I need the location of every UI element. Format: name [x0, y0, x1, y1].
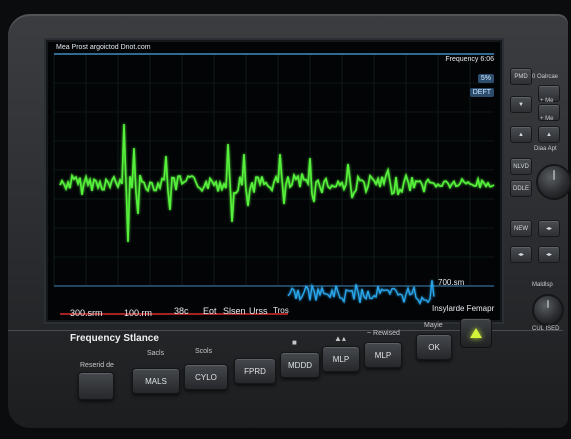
- bottom-top-label-2: Scols: [195, 348, 213, 355]
- fprd-button[interactable]: FPRD: [234, 358, 276, 384]
- left-right-arrow-icon: ◂▸: [545, 252, 553, 258]
- mddd-button[interactable]: MDDD: [280, 352, 320, 378]
- bottom-top-label-6: ~ Rewised: [367, 330, 400, 337]
- knob-bottom-label: CUL ISED: [532, 326, 560, 332]
- main-knob[interactable]: [536, 164, 571, 200]
- play-button[interactable]: [460, 318, 492, 348]
- square-icon: ■: [292, 338, 297, 347]
- screen-badge-top[interactable]: 5%: [477, 74, 494, 83]
- side-button-5[interactable]: ▲: [510, 126, 532, 143]
- side-button-12[interactable]: ◂▸: [538, 246, 560, 263]
- footer-title: Frequency Stlance: [70, 333, 159, 344]
- bottom-top-label-1: Sacls: [147, 350, 165, 357]
- cylo-button[interactable]: CYLO: [184, 364, 228, 390]
- secondary-knob[interactable]: [532, 294, 564, 326]
- mlp-button-2[interactable]: MLP: [364, 342, 402, 368]
- knob-label: Maldlsp: [532, 282, 553, 288]
- readout-right-top: 700.sm: [438, 278, 465, 287]
- screen-title: Mea Prost argoictod Dnot.com: [56, 44, 151, 51]
- frequency-label: Frequency 6:06: [445, 56, 494, 63]
- readout-left-1: 300.srm: [70, 308, 103, 318]
- side-label-1: 0 Oalrcae: [532, 74, 559, 80]
- readout-mid-1: 38c: [174, 306, 189, 316]
- screen-badge-bottom[interactable]: DEFT: [469, 88, 494, 97]
- bottom-left-label: Reserid de: [80, 362, 114, 369]
- side-button-7[interactable]: NLVD: [510, 158, 532, 175]
- side-button-1[interactable]: PMD: [510, 68, 532, 85]
- side-button-3[interactable]: ▼: [510, 96, 532, 113]
- side-button-9[interactable]: NEW: [510, 220, 532, 237]
- bottom-top-label-7: Mayie: [424, 322, 443, 329]
- readout-left-2: 100.rm: [124, 308, 153, 318]
- side-button-6[interactable]: ▲: [538, 126, 560, 143]
- side-label-2: + Me: [540, 98, 554, 104]
- mountain-icon: ▲▴: [334, 334, 346, 343]
- side-button-8[interactable]: DDLE: [510, 180, 532, 197]
- left-right-arrow-icon: ◂▸: [517, 252, 525, 258]
- mlp-button[interactable]: MLP: [322, 346, 360, 372]
- left-right-arrow-icon: ◂▸: [545, 226, 553, 232]
- side-label-3: + Me: [540, 116, 554, 122]
- readout-mid-3: Slsen: [223, 306, 246, 316]
- play-icon: [470, 328, 482, 338]
- side-button-11[interactable]: ◂▸: [510, 246, 532, 263]
- side-label-4: Diaa Apt: [534, 146, 557, 152]
- up-arrow-icon: ▲: [546, 131, 552, 138]
- ok-button[interactable]: OK: [416, 334, 452, 360]
- side-button-10[interactable]: ◂▸: [538, 220, 560, 237]
- down-arrow-icon: ▼: [518, 101, 524, 108]
- green-waveform: [59, 123, 495, 243]
- screen-grid: [53, 53, 494, 287]
- scope-screen: Mea Prost argoictod Dnot.com Frequency 6…: [46, 40, 502, 322]
- bottom-left-button[interactable]: [78, 372, 114, 400]
- readout-mid-2: Eot: [203, 306, 217, 316]
- readout-right: Insylarde Femapr: [432, 304, 495, 313]
- mals-button[interactable]: MALS: [132, 368, 180, 394]
- readout-mid-5: Tros: [273, 306, 289, 315]
- up-arrow-icon: ▲: [518, 131, 524, 138]
- readout-mid-4: Urss: [249, 306, 268, 316]
- waveform-display: [53, 53, 495, 315]
